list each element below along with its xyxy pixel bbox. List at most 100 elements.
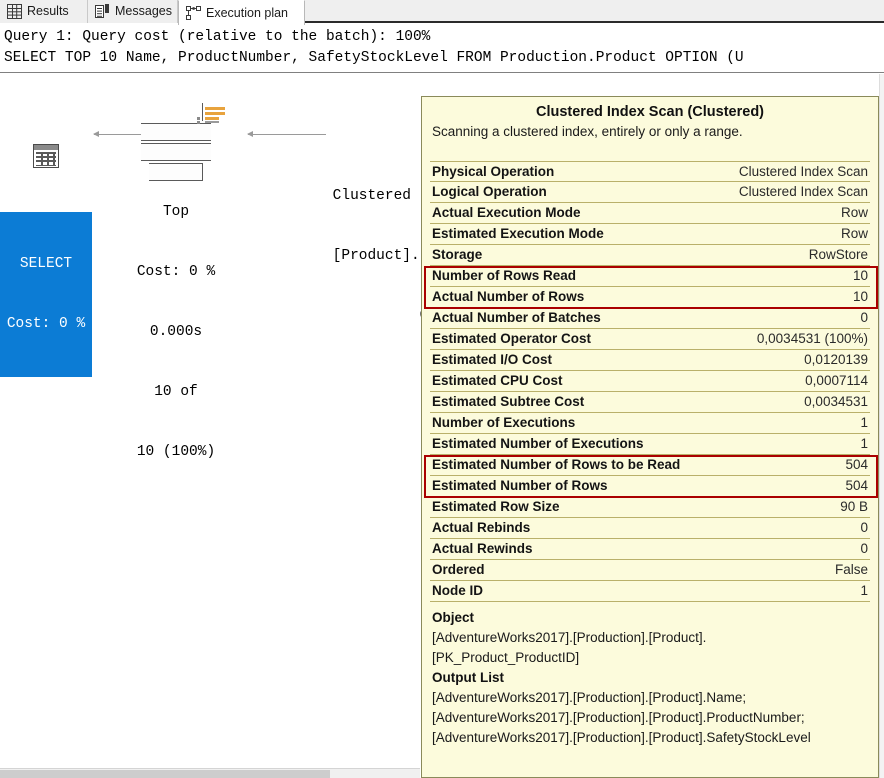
tooltip-row-key: Actual Rewinds <box>432 539 533 558</box>
tooltip-row-key: Estimated Number of Executions <box>432 434 644 453</box>
tooltip-row-key: Estimated Subtree Cost <box>432 392 584 411</box>
grid-icon <box>7 4 22 19</box>
message-doc-icon <box>95 4 110 19</box>
tooltip-row-key: Estimated Row Size <box>432 497 560 516</box>
tooltip-row-key: Estimated Execution Mode <box>432 224 604 243</box>
tooltip-row: Actual Rebinds0 <box>430 518 870 539</box>
tooltip-row-key: Estimated CPU Cost <box>432 371 563 390</box>
tooltip-output-list-section: Output List [AdventureWorks2017].[Produc… <box>430 668 870 748</box>
tooltip-row-key: Node ID <box>432 581 483 600</box>
plan-node-top-rows-estimated: 10 (100%) <box>100 442 252 462</box>
tooltip-description: Scanning a clustered index, entirely or … <box>430 124 870 141</box>
tooltip-row-value: 1 <box>860 434 868 453</box>
tooltip-row-key: Ordered <box>432 560 485 579</box>
tooltip-row: Estimated Operator Cost 0,0034531 (100%) <box>430 329 870 350</box>
tab-results[interactable]: Results <box>0 0 88 23</box>
execution-plan-tree-icon <box>186 6 201 21</box>
object-line: [AdventureWorks2017].[Production].[Produ… <box>432 628 868 648</box>
plan-node-select-title: SELECT <box>0 254 92 274</box>
plan-node-select-cost: Cost: 0 % <box>0 314 92 334</box>
tooltip-row-key: Actual Number of Batches <box>432 308 601 327</box>
tooltip-row-value: 0,0007114 <box>805 371 868 390</box>
tooltip-row-key: Estimated Number of Rows to be Read <box>432 455 680 474</box>
tooltip-row-value: RowStore <box>809 245 868 264</box>
output-list-line: [AdventureWorks2017].[Production].[Produ… <box>432 708 868 728</box>
tooltip-row: Estimated CPU Cost 0,0007114 <box>430 371 870 392</box>
plan-node-top[interactable]: Top Cost: 0 % 0.000s 10 of 10 (100%) <box>100 82 252 502</box>
tooltip-row: Actual Number of Batches 0 <box>430 308 870 329</box>
tooltip-row: Storage RowStore <box>430 245 870 266</box>
query-cost-line: Query 1: Query cost (relative to the bat… <box>4 29 430 45</box>
tooltip-row-key: Actual Execution Mode <box>432 203 581 222</box>
tooltip-row-value: 1 <box>860 581 868 600</box>
query-statement-line: SELECT TOP 10 Name, ProductNumber, Safet… <box>4 50 744 66</box>
tooltip-row-value: 504 <box>845 455 868 474</box>
plan-node-top-title: Top <box>100 202 252 222</box>
tooltip-row-key: Physical Operation <box>432 162 554 181</box>
tooltip-row-key: Estimated Operator Cost <box>432 329 591 348</box>
tooltip-row-value: 0,0120139 <box>804 350 868 369</box>
tooltip-row: Node ID 1 <box>430 581 870 602</box>
tab-execution-plan[interactable]: Execution plan <box>178 0 305 25</box>
tooltip-row: Estimated Number of Executions 1 <box>430 434 870 455</box>
tooltip-row-key: Estimated Number of Rows <box>432 476 608 495</box>
tooltip-row: Estimated Subtree Cost 0,0034531 <box>430 392 870 413</box>
tab-execution-plan-label: Execution plan <box>206 7 288 20</box>
tooltip-row-value: Row <box>841 203 868 222</box>
plan-node-top-cost: Cost: 0 % <box>100 262 252 282</box>
tooltip-row: Estimated Number of Rows to be Read 504 <box>430 455 870 476</box>
plan-node-top-elapsed: 0.000s <box>100 322 252 342</box>
window-vertical-scrollbar[interactable] <box>879 74 884 778</box>
tooltip-row-key: Storage <box>432 245 482 264</box>
execution-plan-window: Results Messages Execution plan <box>0 0 884 778</box>
tooltip-row: Actual Rewinds 0 <box>430 539 870 560</box>
tooltip-row: Physical Operation Clustered Index Scan <box>430 161 870 182</box>
tooltip-row-value: Clustered Index Scan <box>739 162 868 181</box>
tooltip-row: Actual Execution Mode Row <box>430 203 870 224</box>
tooltip-row-value: False <box>835 560 868 579</box>
tooltip-row: Estimated I/O Cost 0,0120139 <box>430 350 870 371</box>
tab-results-label: Results <box>27 5 69 18</box>
tooltip-row: Estimated Execution Mode Row <box>430 224 870 245</box>
plan-node-select[interactable]: SELECT Cost: 0 % <box>0 104 92 417</box>
tooltip-row-key: Number of Executions <box>432 413 575 432</box>
tooltip-title: Clustered Index Scan (Clustered) <box>430 103 870 124</box>
tooltip-row-value: 0,0034531 <box>804 392 868 411</box>
object-section-title: Object <box>432 608 868 628</box>
plan-node-top-rows-actual: 10 of <box>100 382 252 402</box>
tooltip-row-value: 504 <box>845 476 868 495</box>
tooltip-row-key: Actual Number of Rows <box>432 287 584 306</box>
tooltip-row: Number of Executions 1 <box>430 413 870 434</box>
output-list-line: [AdventureWorks2017].[Production].[Produ… <box>432 688 868 708</box>
results-tabbar: Results Messages Execution plan <box>0 0 884 23</box>
tooltip-row-value: 1 <box>860 413 868 432</box>
tooltip-row-value: 0,0034531 (100%) <box>757 329 868 348</box>
tooltip-row: Ordered False <box>430 560 870 581</box>
tooltip-row-key: Number of Rows Read <box>432 266 576 285</box>
tooltip-row: Logical OperationClustered Index Scan <box>430 182 870 203</box>
tooltip-row: Estimated Number of Rows 504 <box>430 476 870 497</box>
select-result-icon <box>33 144 59 168</box>
tooltip-row-value: 0 <box>860 308 868 327</box>
tooltip-row-value: Clustered Index Scan <box>739 182 868 201</box>
tab-messages[interactable]: Messages <box>88 0 178 23</box>
tooltip-property-table: Physical Operation Clustered Index ScanLo… <box>430 161 870 602</box>
clustered-index-scan-icon <box>363 114 393 144</box>
output-list-line: [AdventureWorks2017].[Production].[Produ… <box>432 728 868 748</box>
object-line: [PK_Product_ProductID] <box>432 648 868 668</box>
tab-messages-label: Messages <box>115 5 172 18</box>
plan-scrollbar-thumb[interactable] <box>0 770 330 778</box>
tooltip-row-value: Row <box>841 224 868 243</box>
plan-horizontal-scrollbar[interactable] <box>0 768 420 778</box>
tooltip-object-section: Object [AdventureWorks2017].[Production]… <box>430 602 870 668</box>
output-list-title: Output List <box>432 668 868 688</box>
query-cost-header: Query 1: Query cost (relative to the bat… <box>0 25 884 73</box>
tooltip-row: Actual Number of Rows10 <box>430 287 870 308</box>
tooltip-row: Number of Rows Read10 <box>430 266 870 287</box>
tooltip-row-key: Estimated I/O Cost <box>432 350 552 369</box>
tooltip-row-value: 0 <box>860 539 868 558</box>
tooltip-row-value: 90 B <box>840 497 868 516</box>
tooltip-row: Estimated Row Size 90 B <box>430 497 870 518</box>
tooltip-row-value: 0 <box>860 518 868 537</box>
top-operator-icon <box>141 103 211 181</box>
